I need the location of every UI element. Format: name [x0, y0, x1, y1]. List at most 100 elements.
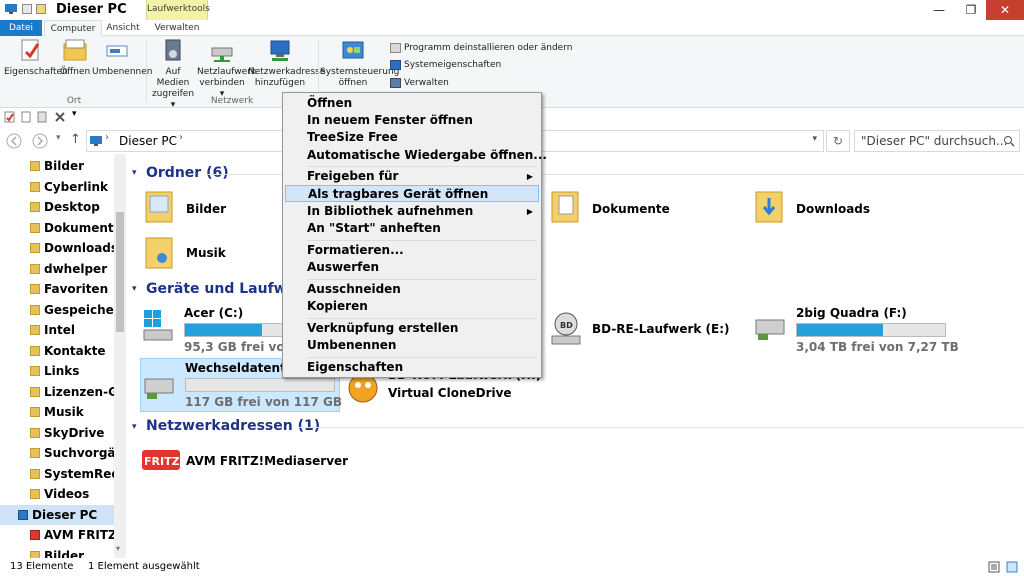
nav-item[interactable]: Videos	[0, 484, 114, 504]
tab-datei[interactable]: Datei	[0, 20, 42, 36]
oeffnen-button[interactable]: Öffnen	[60, 38, 90, 78]
folder-icon	[30, 550, 40, 558]
systemeigenschaften-button[interactable]: Systemeigenschaften	[390, 58, 501, 72]
nav-item-bilder-bottom[interactable]: Bilder	[0, 546, 114, 558]
minimize-button[interactable]: —	[924, 0, 954, 20]
verwalten-button[interactable]: Verwalten	[390, 76, 449, 90]
forward-icon[interactable]	[32, 133, 48, 149]
qat-dropdown-icon[interactable]: ▾	[72, 109, 77, 119]
nav-item[interactable]: Desktop	[0, 197, 114, 217]
nav-item[interactable]: Bilder	[0, 156, 114, 176]
nav-item[interactable]: SystemRequ	[0, 464, 114, 484]
section-collapse-icon[interactable]: ▾	[132, 422, 137, 432]
this-pc-small-icon	[90, 136, 102, 146]
menu-eigenschaften[interactable]: Eigenschaften	[285, 359, 539, 376]
menu-formatieren[interactable]: Formatieren...	[285, 242, 539, 259]
breadcrumb[interactable]: Dieser PC	[119, 134, 177, 148]
nav-item-label: Lizenzen-Ga	[44, 384, 114, 399]
nav-item[interactable]: Downloads	[0, 238, 114, 258]
tab-computer[interactable]: Computer	[44, 20, 102, 37]
breadcrumb-separator-icon[interactable]: ›	[105, 132, 109, 143]
nav-item-dieser-pc[interactable]: Dieser PC	[0, 504, 114, 525]
breadcrumb-chevron-icon[interactable]: ›	[179, 132, 183, 143]
menu-start-anheften[interactable]: An "Start" anheften	[285, 220, 539, 237]
systemeigenschaften-label: Systemeigenschaften	[404, 60, 502, 70]
nav-item[interactable]: Links	[0, 361, 114, 381]
systemsteuerung-label-2: öffnen	[338, 78, 368, 88]
nav-item[interactable]: Kontakte	[0, 341, 114, 361]
maximize-button[interactable]: ❐	[956, 0, 986, 20]
nav-item-avm[interactable]: AVM FRITZ!Mediaserver	[0, 525, 114, 545]
qat-properties-icon[interactable]	[22, 4, 32, 14]
menu-treesize[interactable]: TreeSize Free	[285, 129, 539, 146]
tab-verwalten[interactable]: Verwalten	[146, 20, 208, 36]
nav-item[interactable]: Cyberlink	[0, 177, 114, 197]
nav-item[interactable]: dwhelper	[0, 259, 114, 279]
this-pc-icon	[5, 4, 17, 14]
back-icon[interactable]	[6, 133, 22, 149]
menu-umbenennen[interactable]: Umbenennen	[285, 337, 539, 354]
network-avm-fritz[interactable]: FRITZ! AVM FRITZ!Mediaserver	[142, 448, 382, 488]
paste-small-icon[interactable]	[36, 111, 48, 123]
nav-item[interactable]: Intel	[0, 320, 114, 340]
nav-item[interactable]: Favoriten	[0, 279, 114, 299]
menu-autowiedergabe[interactable]: Automatische Wiedergabe öffnen...	[285, 147, 547, 164]
menu-bibliothek[interactable]: In Bibliothek aufnehmen ▶	[285, 203, 539, 220]
drive-quadra-f[interactable]: 2big Quadra (F:) 3,04 TB frei von 7,27 T…	[754, 306, 1014, 354]
menu-ausschneiden[interactable]: Ausschneiden	[285, 281, 539, 298]
nav-item[interactable]: Lizenzen-Ga	[0, 382, 114, 402]
copy-small-icon[interactable]	[20, 111, 32, 123]
menu-neues-fenster[interactable]: In neuem Fenster öffnen	[285, 112, 539, 129]
properties-small-icon[interactable]	[4, 111, 16, 123]
section-netzwerk[interactable]: Netzwerkadressen (1)	[146, 418, 320, 434]
programm-deinstallieren-button[interactable]: Programm deinstallieren oder ändern	[390, 41, 572, 55]
umbenennen-button[interactable]: Umbenennen	[92, 38, 153, 78]
drive-bd-re-e[interactable]: BD BD-RE-Laufwerk (E:)	[550, 310, 750, 350]
menu-tragbares-geraet[interactable]: Als tragbares Gerät öffnen	[285, 185, 539, 202]
search-placeholder: "Dieser PC" durchsuch...	[861, 134, 1008, 148]
folder-downloads[interactable]: Downloads	[754, 186, 904, 226]
systemsteuerung-oeffnen-button[interactable]: Systemsteuerung öffnen	[320, 38, 399, 89]
folder-dokumente[interactable]: Dokumente	[550, 186, 700, 226]
folder-icon	[30, 489, 40, 499]
address-dropdown-icon[interactable]: ▾	[812, 134, 817, 144]
menu-freigeben[interactable]: Freigeben für ▶	[285, 168, 539, 185]
section-ordner[interactable]: Ordner (6)	[146, 165, 229, 181]
folder-bilder[interactable]: Bilder	[144, 186, 284, 226]
eigenschaften-button[interactable]: Eigenschaften	[4, 38, 68, 78]
tiles-view-icon[interactable]	[1006, 561, 1018, 573]
section-line	[298, 427, 1024, 428]
auf-medien-zugreifen-button[interactable]: Auf Medien zugreifen ▾	[150, 38, 196, 111]
system-properties-icon	[390, 60, 401, 70]
nav-item[interactable]: Suchvorgänge	[0, 443, 114, 463]
section-collapse-icon[interactable]: ▾	[132, 284, 137, 294]
delete-icon[interactable]	[54, 111, 66, 123]
up-icon[interactable]: ↑	[70, 132, 81, 147]
folder-musik[interactable]: Musik	[144, 232, 284, 272]
network-avm-label: AVM FRITZ!Mediaserver	[186, 454, 349, 468]
menu-oeffnen[interactable]: Öffnen	[285, 95, 539, 112]
nav-item[interactable]: Gespeicherte Spiele	[0, 300, 114, 320]
nav-item-label: Suchvorgänge	[44, 446, 114, 460]
tab-ansicht[interactable]: Ansicht	[104, 20, 142, 36]
nav-item[interactable]: Dokumente	[0, 218, 114, 238]
details-view-icon[interactable]	[988, 561, 1000, 573]
manage-icon	[390, 78, 401, 88]
recent-dropdown-icon[interactable]: ▾	[56, 133, 61, 143]
nav-scroll-down-icon[interactable]: ▾	[116, 544, 120, 553]
nav-item[interactable]: Musik	[0, 402, 114, 422]
section-collapse-icon[interactable]: ▾	[132, 168, 137, 178]
refresh-button[interactable]: ↻	[826, 130, 850, 152]
nav-scrollbar-thumb[interactable]	[116, 212, 124, 332]
qat-new-folder-icon[interactable]	[36, 4, 46, 14]
menu-auswerfen[interactable]: Auswerfen	[285, 259, 539, 276]
drive-bd-label: BD-RE-Laufwerk (E:)	[592, 322, 730, 336]
menu-kopieren[interactable]: Kopieren	[285, 298, 539, 315]
group-ort-label: Ort	[66, 96, 82, 106]
netzwerkadresse-hinzufuegen-button[interactable]: Netzwerkadresse hinzufügen	[248, 38, 325, 89]
nav-item[interactable]: SkyDrive	[0, 423, 114, 443]
menu-verknuepfung[interactable]: Verknüpfung erstellen	[285, 320, 539, 337]
close-button[interactable]: ✕	[986, 0, 1024, 20]
search-input[interactable]: "Dieser PC" durchsuch...	[854, 130, 1020, 152]
netzlaufwerk-verbinden-button[interactable]: Netzlaufwerk verbinden ▾	[197, 38, 256, 100]
